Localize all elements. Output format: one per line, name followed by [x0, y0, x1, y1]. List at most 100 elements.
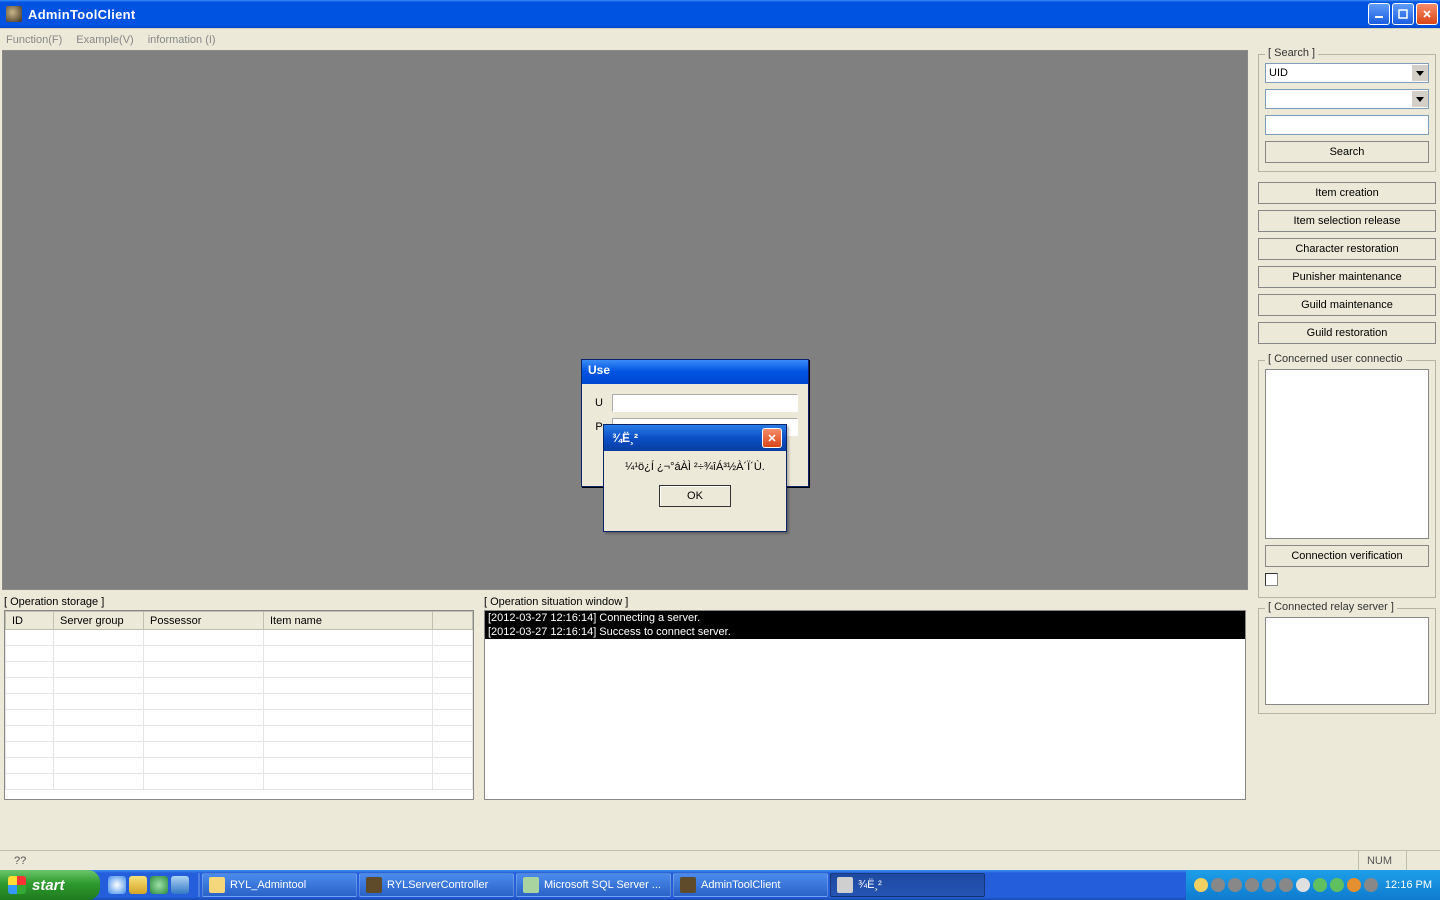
- status-bar: ?? NUM: [0, 850, 1440, 870]
- connection-verification-button[interactable]: Connection verification: [1265, 545, 1429, 567]
- taskbar-button[interactable]: RYL_Admintool: [202, 873, 357, 897]
- menu-function[interactable]: Function(F): [6, 34, 62, 46]
- close-button[interactable]: [1416, 3, 1438, 25]
- taskbar-app-icon: [366, 877, 382, 893]
- tray-icon[interactable]: [1313, 878, 1327, 892]
- menu-bar: Function(F) Example(V) information (I): [0, 28, 1440, 50]
- status-hint: ??: [6, 851, 1352, 870]
- col-extra[interactable]: [433, 612, 473, 630]
- alert-message: ¼­¹ö¿Í ¿¬°áÀÌ ²÷¾îÁ³½À´Ï´Ù.: [612, 461, 778, 473]
- tray-icon[interactable]: [1194, 878, 1208, 892]
- connected-relay-legend: [ Connected relay server ]: [1265, 601, 1397, 613]
- quick-launch-icon[interactable]: [108, 876, 126, 894]
- menu-example[interactable]: Example(V): [76, 34, 133, 46]
- menu-information[interactable]: information (I): [148, 34, 216, 46]
- col-possessor[interactable]: Possessor: [144, 612, 264, 630]
- alert-dialog: ¾Ë¸² ✕ ¼­¹ö¿Í ¿¬°áÀÌ ²÷¾îÁ³½À´Ï´Ù. OK: [603, 424, 787, 532]
- taskbar: start RYL_Admintool RYLServerController Mi…: [0, 870, 1440, 900]
- search-button[interactable]: Search: [1265, 141, 1429, 163]
- item-selection-release-button[interactable]: Item selection release: [1258, 210, 1436, 232]
- taskbar-button-label: RYL_Admintool: [230, 879, 306, 891]
- windows-flag-icon: [8, 876, 26, 894]
- operation-log[interactable]: [2012-03-27 12:16:14] Connecting a serve…: [484, 610, 1246, 800]
- login-user-input[interactable]: [612, 394, 798, 412]
- operation-storage-panel: [ Operation storage ] ID Server group Po…: [4, 596, 474, 820]
- search-legend: [ Search ]: [1265, 47, 1318, 59]
- quick-launch-icon[interactable]: [129, 876, 147, 894]
- alert-close-button[interactable]: ✕: [762, 428, 782, 448]
- taskbar-button-label: Microsoft SQL Server ...: [544, 879, 661, 891]
- search-sub-select[interactable]: [1265, 89, 1429, 109]
- tray-clock: 12:16 PM: [1385, 879, 1432, 891]
- tray-icon[interactable]: [1228, 878, 1242, 892]
- concerned-user-list[interactable]: [1265, 369, 1429, 539]
- taskbar-button-label: ¾Ë¸²: [858, 879, 882, 891]
- search-type-select[interactable]: UID: [1265, 63, 1429, 83]
- operation-storage-table[interactable]: ID Server group Possessor Item name: [5, 611, 473, 790]
- guild-maintenance-button[interactable]: Guild maintenance: [1258, 294, 1436, 316]
- taskbar-button-label: AdminToolClient: [701, 879, 780, 891]
- concerned-checkbox[interactable]: [1265, 573, 1278, 586]
- start-button[interactable]: start: [0, 870, 100, 900]
- table-row[interactable]: [6, 758, 473, 774]
- alert-ok-button[interactable]: OK: [659, 485, 731, 507]
- character-restoration-button[interactable]: Character restoration: [1258, 238, 1436, 260]
- tray-icon[interactable]: [1296, 878, 1310, 892]
- tray-icon[interactable]: [1279, 878, 1293, 892]
- tray-icon[interactable]: [1211, 878, 1225, 892]
- operation-storage-legend: [ Operation storage ]: [4, 596, 474, 610]
- tray-icon[interactable]: [1347, 878, 1361, 892]
- maximize-button[interactable]: [1392, 3, 1414, 25]
- relay-server-list[interactable]: [1265, 617, 1429, 705]
- item-creation-button[interactable]: Item creation: [1258, 182, 1436, 204]
- log-line: [2012-03-27 12:16:14] Success to connect…: [485, 625, 1245, 639]
- search-panel: [ Search ] UID Search: [1258, 54, 1436, 172]
- close-icon: ✕: [767, 432, 776, 445]
- taskbar-button-label: RYLServerController: [387, 879, 488, 891]
- mdi-workspace: Use U P: [2, 50, 1248, 590]
- table-row[interactable]: [6, 694, 473, 710]
- col-server-group[interactable]: Server group: [54, 612, 144, 630]
- taskbar-app-icon: [523, 877, 539, 893]
- quick-launch-icon[interactable]: [150, 876, 168, 894]
- status-grip: [1406, 851, 1434, 870]
- concerned-user-legend: [ Concerned user connectio: [1265, 353, 1406, 365]
- col-id[interactable]: ID: [6, 612, 54, 630]
- taskbar-button[interactable]: AdminToolClient: [673, 873, 828, 897]
- operation-situation-panel: [ Operation situation window ] [2012-03-…: [484, 596, 1246, 820]
- tray-icon[interactable]: [1330, 878, 1344, 892]
- status-num: NUM: [1358, 851, 1400, 870]
- tray-icon[interactable]: [1364, 878, 1378, 892]
- quick-launch-icon[interactable]: [171, 876, 189, 894]
- taskbar-button[interactable]: Microsoft SQL Server ...: [516, 873, 671, 897]
- tray-icon[interactable]: [1262, 878, 1276, 892]
- title-bar: AdminToolClient: [0, 0, 1440, 28]
- concerned-user-panel: [ Concerned user connectio Connection ve…: [1258, 360, 1436, 598]
- minimize-button[interactable]: [1368, 3, 1390, 25]
- log-line: [2012-03-27 12:16:14] Connecting a serve…: [485, 611, 1245, 625]
- taskbar-app-icon: [680, 877, 696, 893]
- system-tray[interactable]: 12:16 PM: [1186, 870, 1440, 900]
- taskbar-app-icon: [837, 877, 853, 893]
- tray-icon[interactable]: [1245, 878, 1259, 892]
- search-text-input[interactable]: [1265, 115, 1429, 135]
- table-row[interactable]: [6, 774, 473, 790]
- table-row[interactable]: [6, 662, 473, 678]
- table-row[interactable]: [6, 630, 473, 646]
- table-row[interactable]: [6, 726, 473, 742]
- taskbar-button[interactable]: ¾Ë¸²: [830, 873, 985, 897]
- app-icon: [6, 6, 22, 22]
- table-row[interactable]: [6, 678, 473, 694]
- punisher-maintenance-button[interactable]: Punisher maintenance: [1258, 266, 1436, 288]
- col-item-name[interactable]: Item name: [264, 612, 433, 630]
- table-row[interactable]: [6, 742, 473, 758]
- taskbar-button[interactable]: RYLServerController: [359, 873, 514, 897]
- login-title: Use: [582, 360, 808, 384]
- connected-relay-panel: [ Connected relay server ]: [1258, 608, 1436, 714]
- actions-panel: Item creation Item selection release Cha…: [1258, 182, 1436, 350]
- table-row[interactable]: [6, 646, 473, 662]
- guild-restoration-button[interactable]: Guild restoration: [1258, 322, 1436, 344]
- login-user-label: U: [592, 397, 606, 409]
- table-row[interactable]: [6, 710, 473, 726]
- quick-launch: [100, 870, 197, 900]
